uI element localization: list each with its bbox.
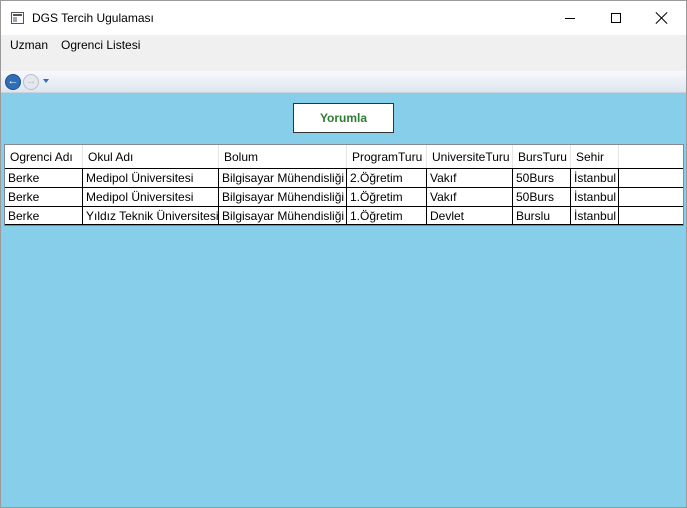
column-header-program-turu[interactable]: ProgramTuru (347, 145, 427, 168)
table-cell[interactable]: 50Burs (513, 169, 571, 187)
table-cell[interactable]: İstanbul (571, 207, 619, 225)
table-cell[interactable]: 1.Öğretim (347, 207, 427, 225)
table-cell[interactable]: Vakıf (427, 188, 513, 206)
student-data-grid[interactable]: Ogrenci Adı Okul Adı Bolum ProgramTuru U… (4, 144, 684, 226)
table-cell[interactable]: Yıldız Teknik Üniversitesi (83, 207, 219, 225)
close-icon (656, 12, 668, 24)
table-row[interactable]: Berke Yıldız Teknik Üniversitesi Bilgisa… (5, 206, 683, 225)
window-title: DGS Tercih Ugulaması (32, 11, 154, 25)
table-cell[interactable]: 50Burs (513, 188, 571, 206)
forward-arrow-icon[interactable]: → (23, 74, 39, 90)
app-window: DGS Tercih Ugulaması Uzman Ogrenci Liste… (0, 0, 687, 508)
table-cell[interactable]: Medipol Üniversitesi (83, 169, 219, 187)
minimize-button[interactable] (547, 1, 593, 35)
maximize-button[interactable] (593, 1, 639, 35)
table-cell[interactable]: İstanbul (571, 188, 619, 206)
table-cell[interactable]: İstanbul (571, 169, 619, 187)
table-row[interactable]: Berke Medipol Üniversitesi Bilgisayar Mü… (5, 168, 683, 187)
table-cell[interactable]: Medipol Üniversitesi (83, 188, 219, 206)
column-header-universite-turu[interactable]: UniversiteTuru (427, 145, 513, 168)
table-row[interactable]: Berke Medipol Üniversitesi Bilgisayar Mü… (5, 187, 683, 206)
table-cell[interactable]: Bilgisayar Mühendisliği (219, 207, 347, 225)
title-bar[interactable]: DGS Tercih Ugulaması (1, 1, 686, 35)
grid-header-row: Ogrenci Adı Okul Adı Bolum ProgramTuru U… (5, 145, 683, 168)
column-header-bolum[interactable]: Bolum (219, 145, 347, 168)
column-header-ogrenci-adi[interactable]: Ogrenci Adı (5, 145, 83, 168)
column-header-sehir[interactable]: Sehir (571, 145, 619, 168)
yorumla-button[interactable]: Yorumla (293, 103, 394, 133)
column-header-okul-adi[interactable]: Okul Adı (83, 145, 219, 168)
menu-item-ogrenci-listesi[interactable]: Ogrenci Listesi (61, 38, 140, 52)
table-cell-filler (619, 207, 683, 225)
menu-item-uzman[interactable]: Uzman (10, 38, 48, 52)
table-cell[interactable]: Vakıf (427, 169, 513, 187)
column-header-burs-turu[interactable]: BursTuru (513, 145, 571, 168)
table-cell[interactable]: Burslu (513, 207, 571, 225)
main-content: Yorumla Ogrenci Adı Okul Adı Bolum Progr… (1, 93, 686, 507)
table-cell[interactable]: Bilgisayar Mühendisliği (219, 188, 347, 206)
close-button[interactable] (639, 1, 685, 35)
table-cell-filler (619, 188, 683, 206)
table-cell[interactable]: Berke (5, 188, 83, 206)
table-cell[interactable]: 2.Öğretim (347, 169, 427, 187)
navigation-bar: ← → (1, 71, 686, 93)
table-cell[interactable]: Berke (5, 207, 83, 225)
menu-bar: Uzman Ogrenci Listesi (1, 35, 686, 71)
history-dropdown-icon[interactable] (43, 79, 49, 83)
table-cell[interactable]: 1.Öğretim (347, 188, 427, 206)
table-cell[interactable]: Bilgisayar Mühendisliği (219, 169, 347, 187)
back-arrow-icon[interactable]: ← (5, 74, 21, 90)
table-cell-filler (619, 169, 683, 187)
maximize-icon (611, 13, 621, 23)
table-cell[interactable]: Berke (5, 169, 83, 187)
column-header-filler (619, 145, 683, 168)
minimize-icon (565, 17, 575, 19)
app-window-icon (11, 12, 24, 24)
table-cell[interactable]: Devlet (427, 207, 513, 225)
